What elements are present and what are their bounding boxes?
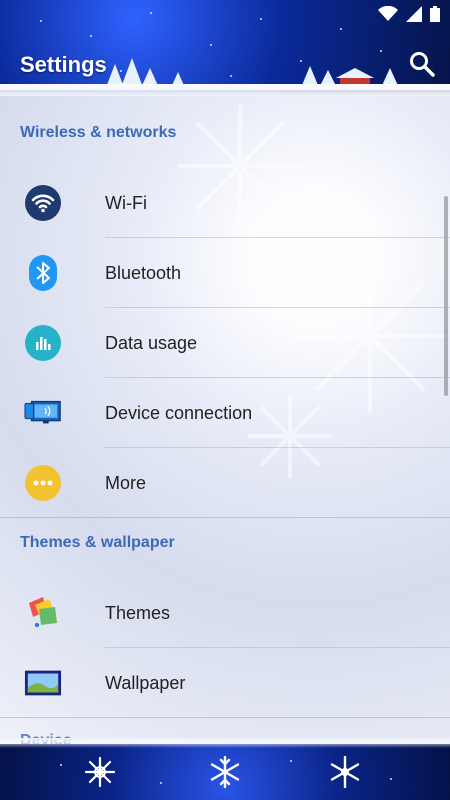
settings-item-device-connection[interactable]: Device connection bbox=[0, 378, 450, 448]
search-icon bbox=[410, 52, 435, 77]
settings-item-data-usage[interactable]: Data usage bbox=[0, 308, 450, 378]
search-button[interactable] bbox=[408, 50, 436, 78]
settings-item-label: Wallpaper bbox=[105, 672, 186, 693]
battery-icon bbox=[430, 6, 440, 22]
back-snowflake-icon bbox=[84, 756, 116, 788]
section-divider bbox=[0, 717, 450, 718]
section-divider bbox=[0, 517, 450, 518]
themes-icon bbox=[24, 594, 62, 632]
recents-button[interactable] bbox=[329, 756, 361, 788]
settings-list[interactable]: Wireless & networks Wi-Fi Bluetooth Data… bbox=[0, 96, 450, 744]
wallpaper-icon bbox=[24, 664, 62, 702]
wifi-icon bbox=[24, 184, 62, 222]
more-icon bbox=[24, 464, 62, 502]
data-usage-icon bbox=[24, 324, 62, 362]
section-title-wireless: Wireless & networks bbox=[20, 124, 177, 141]
settings-item-label: Themes bbox=[105, 602, 171, 623]
settings-item-label: Data usage bbox=[105, 332, 198, 353]
settings-item-label: Wi-Fi bbox=[105, 192, 147, 213]
bluetooth-icon bbox=[24, 254, 62, 292]
settings-item-label: Device connection bbox=[105, 402, 253, 423]
settings-item-bluetooth[interactable]: Bluetooth bbox=[0, 238, 450, 308]
cell-signal-icon bbox=[406, 6, 422, 22]
wifi-signal-icon bbox=[378, 6, 398, 21]
settings-item-more[interactable]: More bbox=[0, 448, 450, 518]
navigation-bar bbox=[0, 738, 450, 800]
back-button[interactable] bbox=[84, 756, 116, 788]
device-connection-icon bbox=[24, 394, 62, 432]
home-button[interactable] bbox=[209, 756, 241, 788]
settings-item-themes[interactable]: Themes bbox=[0, 578, 450, 648]
settings-item-label: Bluetooth bbox=[105, 262, 182, 283]
page-title: Settings bbox=[20, 52, 107, 77]
settings-item-label: More bbox=[105, 472, 147, 493]
recents-snowflake-icon bbox=[330, 756, 360, 788]
status-bar bbox=[0, 0, 450, 32]
section-title-themes: Themes & wallpaper bbox=[20, 534, 175, 551]
settings-item-wallpaper[interactable]: Wallpaper bbox=[0, 648, 450, 718]
home-snowflake-icon bbox=[210, 756, 240, 788]
settings-item-wifi[interactable]: Wi-Fi bbox=[0, 168, 450, 238]
